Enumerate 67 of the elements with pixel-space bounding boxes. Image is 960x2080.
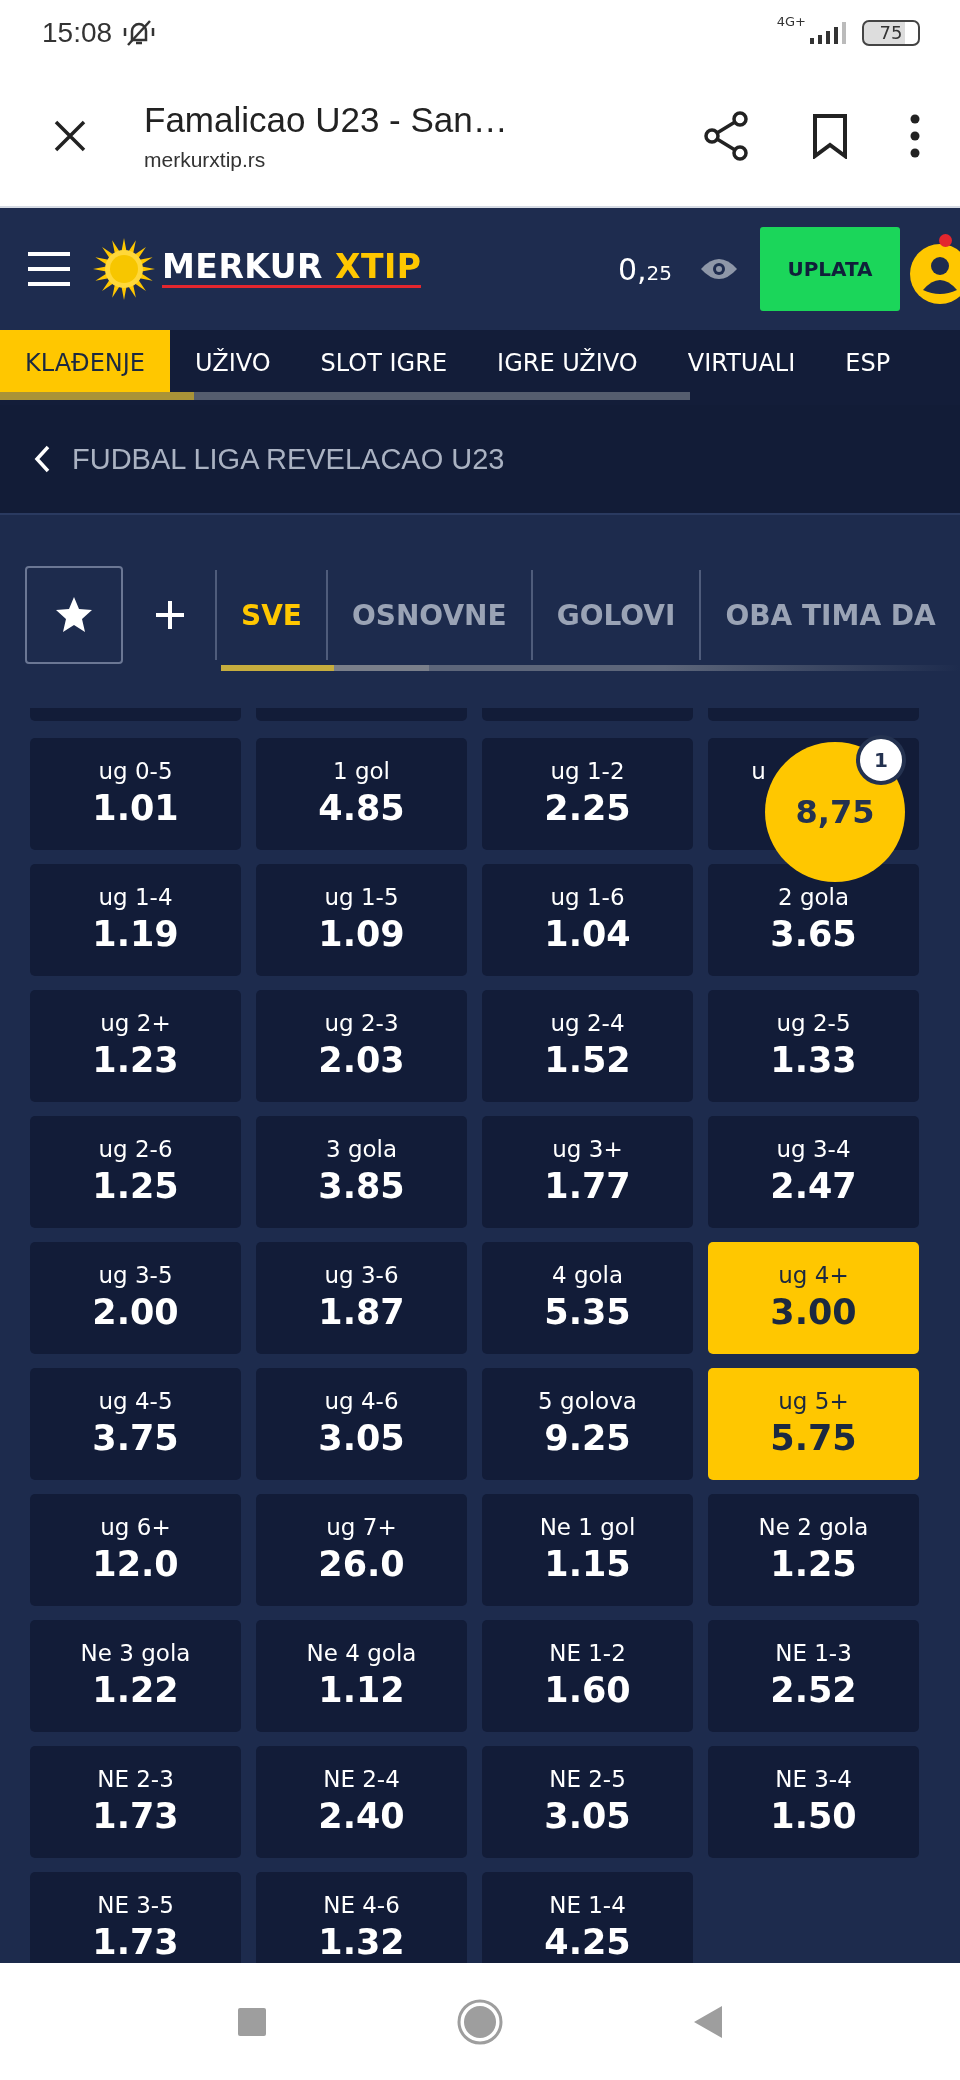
odds-button[interactable]: ug 2-5 1.33 [708, 990, 919, 1102]
odds-button[interactable]: NE 3-5 1.73 [30, 1872, 241, 1963]
odds-button[interactable]: ug 3+ 1.77 [482, 1116, 693, 1228]
share-icon[interactable] [702, 109, 750, 162]
odds-button[interactable]: NE 1-3 2.52 [708, 1620, 919, 1732]
odds-button[interactable]: ug 4-5 3.75 [30, 1368, 241, 1480]
odds-button[interactable]: 4 gola 5.35 [482, 1242, 693, 1354]
menu-icon[interactable] [28, 251, 70, 287]
odds-button[interactable]: ug 2-3 2.03 [256, 990, 467, 1102]
nav-tab[interactable]: SLOT IGRE [295, 330, 473, 396]
network-label: 4G+ [776, 14, 806, 29]
odds-button[interactable]: ug 6+ 12.0 [30, 1494, 241, 1606]
home-icon[interactable] [457, 1998, 503, 2045]
odds-button[interactable]: ug 3-4 2.47 [708, 1116, 919, 1228]
odds-button[interactable]: ug 0-5 1.01 [30, 738, 241, 850]
favorite-button[interactable] [25, 566, 123, 664]
odds-button[interactable]: 2 gola 3.65 [708, 864, 919, 976]
odds-button[interactable]: 3 gola 3.85 [256, 1116, 467, 1228]
odds-button[interactable]: NE 3-4 1.50 [708, 1746, 919, 1858]
odds-button[interactable]: Ne 4 gola 1.12 [256, 1620, 467, 1732]
page-title: Famalicao U23 - San… [144, 99, 509, 140]
odds-button[interactable]: NE 1-2 1.60 [482, 1620, 693, 1732]
odds-button[interactable]: Ne 1 gol 1.15 [482, 1494, 693, 1606]
odds-button[interactable]: Ne 2 gola 1.25 [708, 1494, 919, 1606]
star-icon [54, 595, 94, 635]
odds-button[interactable]: ug 4-6 3.05 [256, 1368, 467, 1480]
odds-button[interactable]: NE 2-4 2.40 [256, 1746, 467, 1858]
odds-button[interactable]: NE 4-6 1.32 [256, 1872, 467, 1963]
battery-indicator: 75 [862, 19, 920, 46]
odds-button[interactable]: Ne 3 gola 1.22 [30, 1620, 241, 1732]
breadcrumb-title: FUDBAL LIGA REVELACAO U23 [72, 442, 505, 476]
more-icon[interactable] [910, 113, 920, 158]
nav-tab[interactable]: VIRTUALI [662, 330, 821, 396]
market-tab[interactable]: GOLOVI [530, 570, 700, 660]
nav-tab[interactable]: IGRE UŽIVO [472, 330, 663, 396]
odds-button[interactable]: ug 5+ 5.75 [708, 1368, 919, 1480]
odds-button[interactable]: NE 1-4 4.25 [482, 1872, 693, 1963]
market-tab[interactable]: OBA TIMA DA [699, 570, 960, 660]
status-time: 15:08 [42, 16, 113, 49]
nav-tab[interactable]: ESP [820, 330, 916, 396]
odds-button[interactable]: ug 4+ 3.00 [708, 1242, 919, 1354]
avatar-icon[interactable] [910, 244, 960, 304]
odds-button[interactable]: NE 2-3 1.73 [30, 1746, 241, 1858]
market-tab[interactable]: OSNOVNE [325, 570, 531, 660]
odds-button[interactable]: ug 3-5 2.00 [30, 1242, 241, 1354]
page-url: merkurxtip.rs [144, 147, 267, 172]
odds-button[interactable]: ug 2-6 1.25 [30, 1116, 241, 1228]
odds-button[interactable]: NE 2-5 3.05 [482, 1746, 693, 1858]
odds-button[interactable]: ug 1-6 1.04 [482, 864, 693, 976]
odds-button[interactable]: 5 golova 9.25 [482, 1368, 693, 1480]
odds-button[interactable]: ug 2+ 1.23 [30, 990, 241, 1102]
back-icon[interactable] [34, 445, 50, 473]
brand-logo: MERKUR XTIP [162, 250, 422, 288]
plus-icon[interactable] [155, 600, 185, 630]
market-tab[interactable]: SVE [215, 570, 326, 660]
odds-button[interactable]: ug 1-5 1.09 [256, 864, 467, 976]
eye-icon[interactable] [700, 257, 738, 281]
odds-button[interactable]: ug 1-2 2.25 [482, 738, 693, 850]
odds-button[interactable]: ug 3-6 1.87 [256, 1242, 467, 1354]
recents-icon[interactable] [237, 2006, 267, 2037]
deposit-button[interactable]: UPLATA [760, 227, 900, 311]
odds-button[interactable]: 1 gol 4.85 [256, 738, 467, 850]
odds-button[interactable]: ug 2-4 1.52 [482, 990, 693, 1102]
odds-button[interactable]: ug 7+ 26.0 [256, 1494, 467, 1606]
odds-button[interactable]: ug 1-4 1.19 [30, 864, 241, 976]
bookmark-icon[interactable] [812, 112, 848, 159]
nav-tab[interactable]: UŽIVO [170, 330, 296, 396]
